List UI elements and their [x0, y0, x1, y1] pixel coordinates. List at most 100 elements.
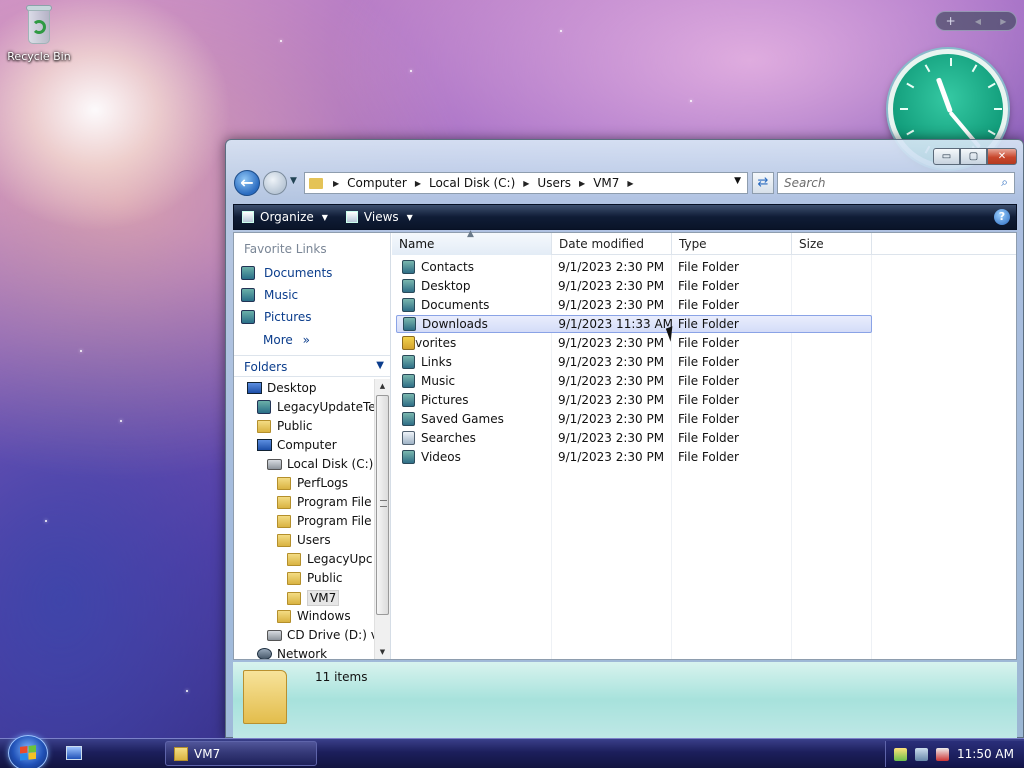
breadcrumb-vm7[interactable]: VM7 [593, 176, 619, 190]
recycle-bin-label: Recycle Bin [7, 50, 71, 63]
documents-folder-icon [402, 298, 415, 312]
scroll-thumb[interactable] [376, 395, 389, 615]
search-input[interactable]: Search ⌕ [777, 172, 1015, 194]
cd-drive-icon [267, 629, 282, 641]
folder-icon [277, 533, 291, 547]
tree-item-public[interactable]: Public [257, 419, 313, 433]
folder-icon [287, 591, 301, 605]
saved-games-folder-icon [402, 412, 415, 426]
minimize-button[interactable]: ▭ [933, 148, 960, 165]
close-button[interactable]: ✕ [987, 148, 1017, 165]
recent-pages-dropdown[interactable]: ▼ [290, 176, 297, 186]
breadcrumb-local-disk[interactable]: Local Disk (C:) [429, 176, 515, 190]
folder-tree: Desktop LegacyUpdateTe Public Computer L… [234, 379, 374, 659]
views-label: Views [363, 210, 399, 224]
scroll-down-icon[interactable]: ▼ [375, 645, 390, 659]
tree-item-program-files-x86[interactable]: Program File [277, 514, 372, 528]
column-headers: ▲ Name Date modified Type Size [392, 229, 1016, 255]
list-item[interactable]: Documents 9/1/2023 2:30 PM File Folder [396, 296, 872, 314]
tree-item-local-disk[interactable]: Local Disk (C:) [267, 457, 373, 471]
windows-logo-icon [20, 745, 36, 761]
start-button[interactable] [8, 735, 48, 768]
gadget-next-button[interactable]: ▶ [1000, 17, 1006, 26]
details-pane: 11 items [233, 662, 1017, 738]
pictures-folder-icon [402, 393, 415, 407]
update-icon[interactable] [894, 747, 907, 761]
favorite-link-pictures[interactable]: Pictures [241, 310, 312, 324]
network-status-icon[interactable] [915, 747, 928, 761]
list-item-downloads-hovered[interactable]: Downloads 9/1/2023 11:33 AM File Folder [396, 315, 872, 333]
tree-item-windows[interactable]: Windows [277, 609, 351, 623]
forward-button[interactable] [263, 171, 287, 195]
list-item[interactable]: Favorites 9/1/2023 2:30 PM File Folder [396, 334, 872, 352]
help-button[interactable]: ? [994, 209, 1010, 225]
views-button[interactable]: Views ▼ [345, 210, 413, 224]
address-dropdown-icon[interactable]: ▼ [734, 176, 741, 186]
tree-item-legacyupc[interactable]: LegacyUpc [287, 552, 373, 566]
clock-time[interactable]: 11:50 AM [957, 747, 1014, 761]
tree-item-perflogs[interactable]: PerfLogs [277, 476, 348, 490]
tree-item-network[interactable]: Network [257, 647, 327, 659]
column-header-name[interactable]: ▲ Name [392, 229, 552, 255]
music-folder-icon [402, 374, 415, 388]
list-item[interactable]: Music 9/1/2023 2:30 PM File Folder [396, 372, 872, 390]
gadget-prev-button[interactable]: ◀ [975, 17, 981, 26]
folders-header[interactable]: Folders ▼ [234, 355, 390, 377]
show-desktop-icon[interactable] [66, 746, 82, 760]
tree-item-computer[interactable]: Computer [257, 438, 337, 452]
organize-icon [242, 211, 254, 223]
favorite-link-documents[interactable]: Documents [241, 266, 332, 280]
views-icon [345, 211, 358, 223]
breadcrumb-users[interactable]: Users [537, 176, 571, 190]
tree-item-cd-drive[interactable]: CD Drive (D:) v [267, 628, 374, 642]
maximize-button[interactable]: ▢ [960, 148, 987, 165]
star [280, 40, 282, 42]
tree-item-users-public[interactable]: Public [287, 571, 343, 585]
favorite-link-music[interactable]: Music [241, 288, 298, 302]
recycle-bin-icon [23, 2, 55, 46]
taskbar-item-vm7[interactable]: VM7 [165, 741, 317, 766]
music-icon [241, 288, 255, 302]
list-item[interactable]: Desktop 9/1/2023 2:30 PM File Folder [396, 277, 872, 295]
more-links-button[interactable]: More » [263, 333, 310, 347]
desktop-icon [247, 382, 262, 394]
add-gadget-button[interactable]: + [946, 14, 956, 28]
folder-icon [309, 177, 323, 189]
address-bar[interactable]: ▶ Computer ▶ Local Disk (C:) ▶ Users ▶ V… [304, 172, 748, 194]
list-item[interactable]: Links 9/1/2023 2:30 PM File Folder [396, 353, 872, 371]
star [45, 520, 47, 522]
back-button[interactable]: ← [234, 170, 260, 196]
list-item[interactable]: Contacts 9/1/2023 2:30 PM File Folder [396, 258, 872, 276]
column-header-type[interactable]: Type [672, 233, 792, 255]
refresh-icon: ⇄ [757, 175, 769, 190]
refresh-button[interactable]: ⇄ [752, 172, 774, 194]
organize-button[interactable]: Organize ▼ [242, 210, 328, 224]
tree-item-program-files[interactable]: Program File [277, 495, 372, 509]
chevron-down-icon: ▼ [406, 212, 413, 222]
search-icon[interactable]: ⌕ [1001, 175, 1008, 190]
volume-muted-icon[interactable] [936, 747, 949, 761]
recycle-bin-desktop-icon[interactable]: Recycle Bin [6, 2, 72, 63]
tree-item-legacyupdatete[interactable]: LegacyUpdateTe [257, 400, 374, 414]
system-tray: 11:50 AM [885, 741, 1024, 767]
tree-item-vm7[interactable]: VM7 [287, 590, 340, 606]
scroll-up-icon[interactable]: ▲ [375, 379, 390, 393]
documents-icon [241, 266, 255, 280]
folder-tree-scrollbar[interactable]: ▲ ▼ [374, 379, 390, 659]
tree-item-users[interactable]: Users [277, 533, 331, 547]
tree-item-desktop[interactable]: Desktop [247, 381, 317, 395]
network-icon [257, 648, 272, 659]
window-controls: ▭ ▢ ✕ [933, 148, 1017, 165]
navigation-pane: Favorite Links Documents Music Pictures … [234, 233, 391, 659]
breadcrumb-computer[interactable]: Computer [347, 176, 407, 190]
column-header-size[interactable]: Size [792, 233, 872, 255]
computer-icon [257, 439, 272, 451]
navigation-bar: ← ▼ ▶ Computer ▶ Local Disk (C:) ▶ Users… [234, 170, 1015, 196]
list-item[interactable]: Videos 9/1/2023 2:30 PM File Folder [396, 448, 872, 466]
column-header-date-modified[interactable]: Date modified [552, 233, 672, 255]
chevron-down-icon: ▼ [321, 212, 328, 222]
list-item[interactable]: Searches 9/1/2023 2:30 PM File Folder [396, 429, 872, 447]
list-item[interactable]: Pictures 9/1/2023 2:30 PM File Folder [396, 391, 872, 409]
list-item[interactable]: Saved Games 9/1/2023 2:30 PM File Folder [396, 410, 872, 428]
star [690, 100, 692, 102]
